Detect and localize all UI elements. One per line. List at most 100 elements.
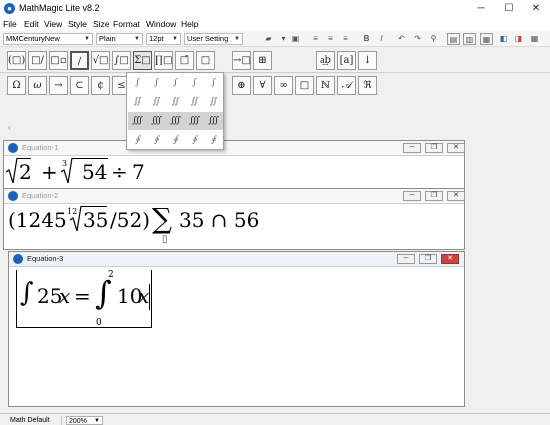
minimize-button[interactable]: ─ [403, 191, 421, 201]
zoom-select[interactable]: 200% ▼ [66, 416, 103, 425]
product-template-button[interactable]: ∏□ [154, 51, 173, 70]
greek-lower-button[interactable]: ω [28, 76, 47, 95]
radicand-2: 54 [82, 160, 108, 184]
redo-icon[interactable]: ↷ [411, 33, 424, 45]
menu-edit[interactable]: Edit [24, 19, 39, 29]
triple-integral-option[interactable]: ∭ [166, 112, 185, 130]
maximize-button[interactable]: ❐ [425, 191, 443, 201]
view-mode-3-icon[interactable]: ▦ [480, 33, 493, 45]
equation-icon [8, 143, 18, 153]
blackboard-button[interactable]: ℕ [316, 76, 335, 95]
integral-template-button[interactable]: ∫□ [112, 51, 131, 70]
close-button[interactable]: ✕ [441, 254, 459, 264]
equation-1-titlebar[interactable]: Equation-1 ─ ❐ ✕ [4, 141, 465, 156]
save-icon[interactable]: ▣ [289, 33, 302, 45]
view-mode-1-icon[interactable]: ▤ [447, 33, 460, 45]
align-left-icon[interactable]: ≡ [309, 33, 322, 45]
fence-template-button[interactable]: (□) [7, 51, 26, 70]
italic-button[interactable]: I [375, 33, 388, 45]
double-integral-option[interactable]: ∬ [128, 93, 147, 111]
upper-limit: 2 [108, 270, 114, 280]
contour-integral-option[interactable]: ∮ [204, 131, 223, 149]
maximize-button[interactable]: ❐ [425, 143, 443, 153]
double-integral-option[interactable]: ∬ [204, 93, 223, 111]
contour-integral-option[interactable]: ∮ [185, 131, 204, 149]
align-center-icon[interactable]: ≡ [324, 33, 337, 45]
menu-file[interactable]: File [3, 19, 17, 29]
grid-icon[interactable]: ▦ [528, 33, 541, 45]
minimize-button[interactable]: ─ [403, 143, 421, 153]
scroll-left-icon[interactable]: ‹ [8, 123, 11, 132]
double-integral-option[interactable]: ∬ [166, 93, 185, 111]
contour-integral-option[interactable]: ∮ [147, 131, 166, 149]
sum-template-button[interactable]: Σ□ [133, 51, 152, 70]
radical-template-button[interactable]: √□ [91, 51, 110, 70]
integral-option[interactable]: ∫ [204, 74, 223, 92]
menu-view[interactable]: View [44, 19, 62, 29]
sets-button[interactable]: ⊂ [70, 76, 89, 95]
tile-icon[interactable]: ◨ [512, 33, 525, 45]
menu-style[interactable]: Style [68, 19, 87, 29]
view-mode-2-icon[interactable]: ▥ [463, 33, 476, 45]
triple-integral-option[interactable]: ∭ [128, 112, 147, 130]
integral-template-dropdown: ∫ ∫ ∫ ∫ ∫ ∬ ∬ ∬ ∬ ∬ ∭ ∭ ∭ ∭ ∭ ∮ ∮ ∮ ∮ ∮ [126, 72, 224, 150]
align-right-icon[interactable]: ≡ [339, 33, 352, 45]
menu-window[interactable]: Window [146, 19, 176, 29]
fraktur-button[interactable]: ℜ [358, 76, 377, 95]
setting-select[interactable]: User Setting ▼ [184, 33, 243, 45]
maximize-button[interactable]: ☐ [495, 0, 523, 17]
integral-option[interactable]: ∫ [147, 74, 166, 92]
currency-button[interactable]: ¢ [91, 76, 110, 95]
triple-integral-option[interactable]: ∭ [185, 112, 204, 130]
slash-template-button[interactable]: ∕ [70, 51, 89, 70]
integral-option[interactable]: ∫ [166, 74, 185, 92]
double-integral-option[interactable]: ∬ [147, 93, 166, 111]
equation-2-canvas[interactable]: (1245 12 35 /52) ∑ ▯ 35 ∩ 56 [4, 202, 464, 249]
menu-help[interactable]: Help [181, 19, 198, 29]
below-template-button[interactable]: ↓ [358, 51, 377, 70]
equation-2-titlebar[interactable]: Equation-2 ─ ❐ ✕ [4, 189, 465, 204]
greek-upper-button[interactable]: Ω [7, 76, 26, 95]
bar-template-button[interactable]: □̄ [175, 51, 194, 70]
operators-button[interactable]: ⊕ [232, 76, 251, 95]
style-select[interactable]: Plain ▼ [96, 33, 143, 45]
box-template-button[interactable]: □ [196, 51, 215, 70]
minimize-button[interactable]: ─ [467, 0, 495, 17]
misc-symbols-button[interactable]: ∞ [274, 76, 293, 95]
shapes-button[interactable]: □ [295, 76, 314, 95]
empty-slot-placeholder[interactable]: ▯ [162, 234, 168, 245]
window-icon[interactable]: ◧ [497, 33, 510, 45]
arrows-button[interactable]: → [49, 76, 68, 95]
logic-button[interactable]: ∀ [253, 76, 272, 95]
undo-icon[interactable]: ↶ [395, 33, 408, 45]
matrix-template-button[interactable]: ⊞ [253, 51, 272, 70]
close-button[interactable]: ✕ [447, 143, 465, 153]
close-button[interactable]: ✕ [447, 191, 465, 201]
equation-3-titlebar[interactable]: Equation-3 ─ ❐ ✕ [9, 252, 464, 267]
integral-option[interactable]: ∫ [185, 74, 204, 92]
label-template-button[interactable]: a͢b [316, 51, 335, 70]
find-icon[interactable]: ⚲ [427, 33, 440, 45]
font-select[interactable]: MMCenturyNew ▼ [3, 33, 93, 45]
close-button[interactable]: ✕ [522, 0, 550, 17]
menu-size[interactable]: Size [93, 19, 110, 29]
bold-button[interactable]: B [360, 33, 373, 45]
script-template-button[interactable]: □▫ [49, 51, 68, 70]
radical-overline [72, 158, 108, 159]
size-select[interactable]: 12pt ▼ [146, 33, 181, 45]
arrow-template-button[interactable]: →□ [232, 51, 251, 70]
equation-3-canvas[interactable]: ∫ 25 x = ∫ 2 0 10 x [9, 268, 464, 406]
script-letters-button[interactable]: 𝒜 [337, 76, 356, 95]
bracket-template-button[interactable]: [a] [337, 51, 356, 70]
double-integral-option[interactable]: ∬ [185, 93, 204, 111]
menu-format[interactable]: Format [113, 19, 140, 29]
maximize-button[interactable]: ❐ [419, 254, 437, 264]
contour-integral-option[interactable]: ∮ [166, 131, 185, 149]
triple-integral-option[interactable]: ∭ [147, 112, 166, 130]
integral-option[interactable]: ∫ [128, 74, 147, 92]
triple-integral-option[interactable]: ∭ [204, 112, 223, 130]
fraction-template-button[interactable]: □/□ [28, 51, 47, 83]
contour-integral-option[interactable]: ∮ [128, 131, 147, 149]
color-icon[interactable]: ▰ [262, 33, 275, 45]
minimize-button[interactable]: ─ [397, 254, 415, 264]
